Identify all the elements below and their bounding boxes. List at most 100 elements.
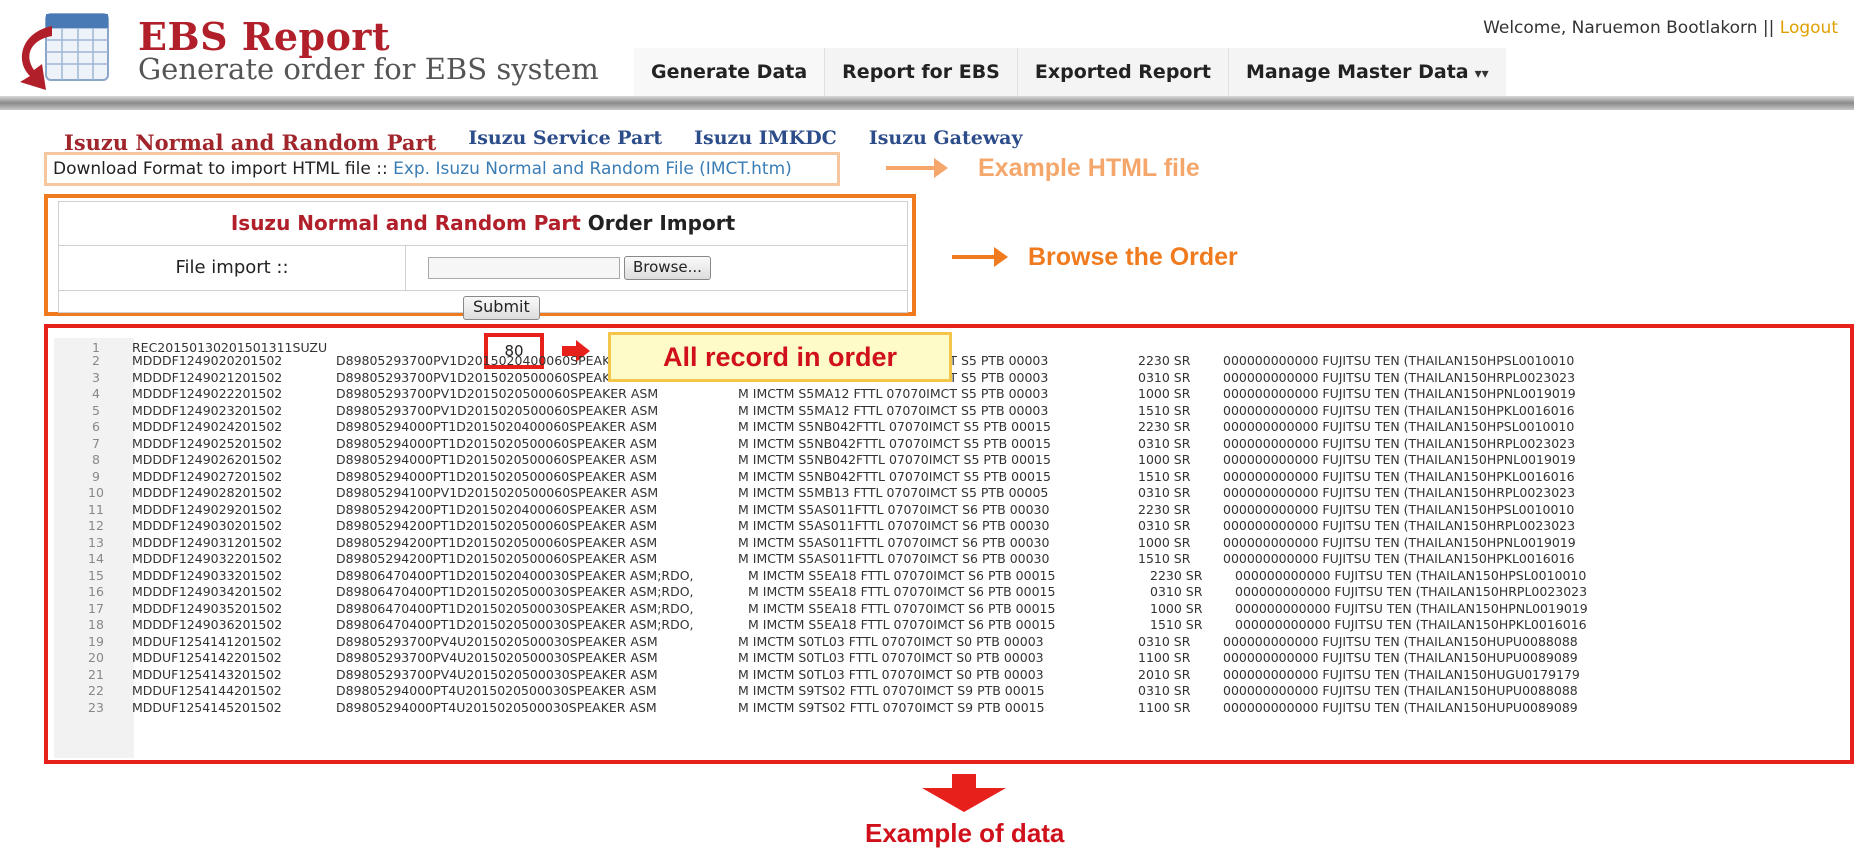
data-field-e: 000000000000 FUJITSU TEN (THAILAN150HRPL… (1223, 518, 1576, 533)
data-field-e: 000000000000 FUJITSU TEN (THAILAN150HRPL… (1223, 369, 1576, 385)
line-number: 22 (88, 683, 104, 698)
data-field-c: M IMCTM S5AS011FTTL 07070IMCT S6 PTB 000… (738, 551, 1050, 566)
data-field-b: D89805294000PT1D2015020400060SPEAKER ASM (336, 419, 658, 434)
line-number: 2 (92, 353, 100, 368)
data-field-a: MDDDF1249027201502 (132, 468, 283, 484)
line-number: 17 (88, 600, 104, 616)
data-field-e: 000000000000 FUJITSU TEN (THAILAN150HPSL… (1223, 501, 1575, 517)
order-import-panel: Isuzu Normal and Random Part Order Impor… (44, 194, 916, 320)
data-field-c: M IMCTM S0TL03 FTTL 07070IMCT S0 PTB 000… (738, 650, 1044, 665)
data-field-d: 1000 SR (1150, 600, 1203, 616)
data-field-d: 0310 SR (1138, 683, 1191, 698)
data-field-e: 000000000000 FUJITSU TEN (THAILAN150HPSL… (1223, 419, 1575, 434)
welcome-text: Welcome, Naruemon Bootlakorn || (1483, 18, 1775, 38)
line-number: 19 (88, 633, 104, 649)
tab-isuzu-gateway[interactable]: Isuzu Gateway (869, 127, 1023, 155)
data-field-c: M IMCTM S5MA12 FTTL 07070IMCT S5 PTB 000… (738, 402, 1049, 418)
logout-link[interactable]: Logout (1780, 18, 1838, 38)
data-field-d: 1510 SR (1138, 551, 1191, 566)
data-field-c: M IMCTM S5NB042FTTL 07070IMCT S5 PTB 000… (738, 468, 1051, 484)
data-field-d: 0310 SR (1138, 485, 1191, 500)
data-field-d: 1000 SR (1138, 534, 1191, 550)
data-field-d: 0310 SR (1138, 518, 1191, 533)
data-field-b: D89805294200PT1D2015020500060SPEAKER ASM (336, 518, 658, 533)
annotation-arrow-right (952, 247, 1008, 267)
nav-exported-report[interactable]: Exported Report (1016, 48, 1228, 96)
data-field-e: 000000000000 FUJITSU TEN (THAILAN150HPNL… (1235, 600, 1588, 616)
data-field-b: D89806470400PT1D2015020500030SPEAKER ASM… (336, 584, 694, 599)
line-number: 5 (92, 402, 100, 418)
tab-isuzu-imkdc[interactable]: Isuzu IMKDC (694, 127, 837, 155)
line-number: 6 (92, 419, 100, 434)
data-field-c: M IMCTM S5EA18 FTTL 07070IMCT S6 PTB 000… (748, 617, 1056, 632)
data-field-a: MDDDF1249023201502 (132, 402, 283, 418)
download-format-row: Download Format to import HTML file :: E… (44, 152, 840, 186)
data-field-e: 000000000000 FUJITSU TEN (THAILAN150HRPL… (1223, 435, 1576, 451)
annotation-browse-order: Browse the Order (1028, 243, 1238, 271)
data-field-e: 000000000000 FUJITSU TEN (THAILAN150HUPU… (1223, 683, 1578, 698)
order-import-title-part: Isuzu Normal and Random Part (230, 211, 581, 235)
data-field-a: MDDUF1254143201502 (132, 666, 282, 682)
data-field-c: M IMCTM S5MA12 FTTL 07070IMCT S5 PTB 000… (738, 386, 1049, 401)
data-field-c: M IMCTM S5EA18 FTTL 07070IMCT S6 PTB 000… (748, 584, 1056, 599)
line-number: 7 (92, 435, 100, 451)
data-field-b: D89805294000PT1D2015020500060SPEAKER ASM (336, 468, 658, 484)
spreadsheet-arrow-icon (20, 13, 109, 90)
file-path-input[interactable] (428, 257, 620, 279)
data-field-e: 000000000000 FUJITSU TEN (THAILAN150HPKL… (1223, 402, 1575, 418)
nav-report-for-ebs[interactable]: Report for EBS (824, 48, 1017, 96)
data-field-a: MDDDF1249025201502 (132, 435, 283, 451)
data-field-c: M IMCTM S9TS02 FTTL 07070IMCT S9 PTB 000… (738, 699, 1045, 715)
data-field-e: 000000000000 FUJITSU TEN (THAILAN150HUPU… (1223, 633, 1578, 649)
data-field-a: MDDDF1249033201502 (132, 567, 283, 583)
line-number: 20 (88, 650, 104, 665)
data-field-b: D89805294100PV1D2015020500060SPEAKER ASM (336, 485, 659, 500)
data-field-b: D89805293700PV4U2015020500030SPEAKER ASM (336, 633, 658, 649)
data-field-c: M IMCTM S5NB042FTTL 07070IMCT S5 PTB 000… (738, 435, 1051, 451)
data-field-b: D89805294000PT4U2015020500030SPEAKER ASM (336, 699, 657, 715)
data-field-d: 0310 SR (1138, 633, 1191, 649)
line-number: 12 (88, 518, 104, 533)
data-field-e: 000000000000 FUJITSU TEN (THAILAN150HPNL… (1223, 452, 1576, 467)
nav-manage-master-data[interactable]: Manage Master Data ▾▾ (1227, 48, 1506, 96)
line-number: 15 (88, 567, 104, 583)
data-field-c: M IMCTM S5AS011FTTL 07070IMCT S6 PTB 000… (738, 534, 1050, 550)
tab-isuzu-service-part[interactable]: Isuzu Service Part (468, 127, 662, 155)
order-data-preview: 1 REC20150130201501311SUZU 80 2 MDDDF1249… (44, 324, 1854, 764)
data-field-c: M IMCTM S0TL03 FTTL 07070IMCT S0 PTB 000… (738, 633, 1044, 649)
file-import-label: File import :: (59, 246, 406, 290)
data-field-b: D89805293700PV4U2015020500030SPEAKER ASM (336, 666, 658, 682)
line-number: 13 (88, 534, 104, 550)
data-field-b: D89806470400PT1D2015020400030SPEAKER ASM… (336, 567, 694, 583)
line-number: 10 (88, 485, 104, 500)
data-field-c: M IMCTM S5MB13 FTTL 07070IMCT S5 PTB 000… (738, 485, 1049, 500)
browse-button[interactable]: Browse... (624, 256, 711, 280)
line-number: 9 (92, 468, 100, 484)
nav-generate-data[interactable]: Generate Data (634, 48, 825, 96)
data-field-c: M IMCTM S5EA18 FTTL 07070IMCT S6 PTB 000… (748, 600, 1056, 616)
line-number: 21 (88, 666, 104, 682)
header-divider (0, 96, 1854, 110)
order-import-title-suffix: Order Import (587, 211, 736, 235)
data-field-e: 000000000000 FUJITSU TEN (THAILAN150HUPU… (1223, 650, 1578, 665)
data-field-b: D89806470400PT1D2015020500030SPEAKER ASM… (336, 600, 694, 616)
data-field-a: MDDDF1249021201502 (132, 369, 283, 385)
data-field-e: 000000000000 FUJITSU TEN (THAILAN150HUPU… (1223, 699, 1578, 715)
data-field-a: MDDUF1254145201502 (132, 699, 282, 715)
nav-manage-master-data-label: Manage Master Data (1245, 61, 1469, 83)
submit-button[interactable]: Submit (463, 296, 540, 320)
data-field-b: D89806470400PT1D2015020500030SPEAKER ASM… (336, 617, 694, 632)
data-field-b: D89805294200PT1D2015020500060SPEAKER ASM (336, 551, 658, 566)
data-field-d: 1000 SR (1138, 386, 1191, 401)
data-field-e: 000000000000 FUJITSU TEN (THAILAN150HPNL… (1223, 386, 1576, 401)
data-field-b: D89805294000PT1D2015020500060SPEAKER ASM (336, 452, 658, 467)
data-field-d: 1510 SR (1138, 402, 1191, 418)
data-field-c: M IMCTM S5NB042FTTL 07070IMCT S5 PTB 000… (738, 452, 1051, 467)
app-subtitle: Generate order for EBS system (138, 52, 599, 86)
data-field-a: MDDUF1254144201502 (132, 683, 282, 698)
example-file-link[interactable]: Exp. Isuzu Normal and Random File (IMCT.… (393, 159, 792, 179)
order-import-title: Isuzu Normal and Random Part Order Impor… (59, 202, 907, 246)
annotation-example-data: Example of data (865, 818, 1065, 848)
chevron-down-icon: ▾▾ (1474, 66, 1489, 82)
data-field-b: D89805294000PT1D2015020500060SPEAKER ASM (336, 435, 658, 451)
